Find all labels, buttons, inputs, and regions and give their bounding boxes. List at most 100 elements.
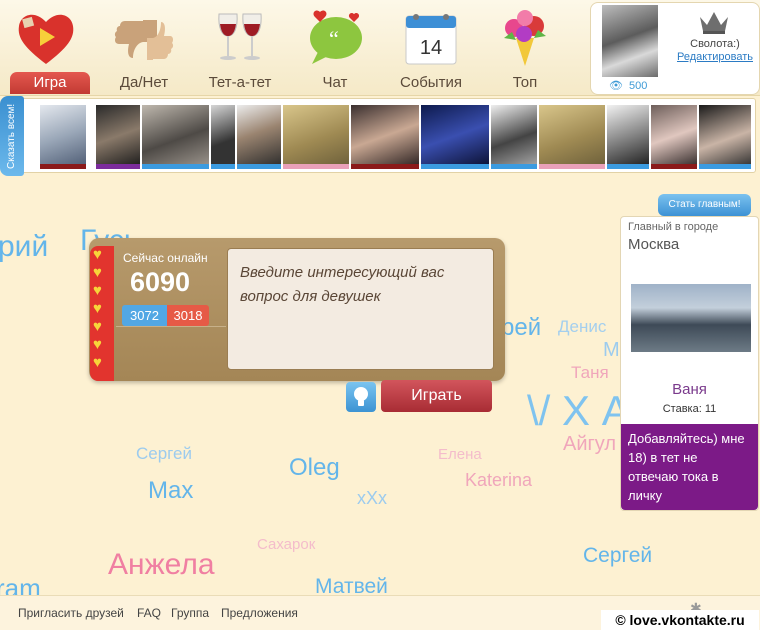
- strip-photo[interactable]: [211, 105, 235, 169]
- nav-tete-a-tete[interactable]: Тет-а-тет: [194, 0, 286, 95]
- profile-name: Сволота:): [690, 38, 740, 50]
- cloud-word[interactable]: хХх: [357, 489, 387, 507]
- cloud-word[interactable]: Max: [148, 479, 193, 503]
- male-count-badge: 3072: [122, 305, 167, 326]
- heart-play-icon: [18, 14, 74, 64]
- nav-game-label: Игра: [10, 72, 90, 94]
- crown-icon: [700, 12, 728, 34]
- strip-photo-stripe: [351, 164, 419, 169]
- app-window: Игра Да/Нет Тет-а-тет “ Чат 14 События Т…: [0, 0, 760, 630]
- footer-link-group[interactable]: Группа: [171, 606, 209, 620]
- calendar-icon: 14: [405, 14, 457, 65]
- cloud-word[interactable]: Айгул: [563, 434, 616, 454]
- online-count: 6090: [130, 267, 191, 297]
- nav-yes-no-label: Да/Нет: [119, 74, 169, 91]
- nav-events[interactable]: 14 События: [385, 0, 477, 95]
- profile-views: 👁 500: [609, 79, 647, 92]
- strip-photo[interactable]: [351, 105, 419, 169]
- strip-photo-stripe: [607, 164, 649, 169]
- cloud-word[interactable]: Сергей: [136, 445, 192, 462]
- cloud-word[interactable]: рей: [501, 316, 541, 340]
- strip-photo[interactable]: [237, 105, 281, 169]
- hint-button[interactable]: [346, 382, 376, 412]
- profile-views-count: 500: [628, 80, 648, 92]
- nav-top[interactable]: Топ: [479, 0, 571, 95]
- calendar-day: 14: [420, 37, 442, 59]
- cloud-word[interactable]: рий: [0, 232, 48, 262]
- strip-photo[interactable]: [142, 105, 209, 169]
- watermark: © love.vkontakte.ru: [601, 610, 759, 630]
- profile-card: 👁 500 Сволота:) Редактировать: [590, 2, 760, 95]
- strip-photo[interactable]: [421, 105, 489, 169]
- cloud-word[interactable]: \/ Х А: [527, 390, 630, 432]
- strip-photo[interactable]: [96, 105, 140, 169]
- lightbulb-icon: [354, 387, 368, 406]
- leader-photo[interactable]: [631, 284, 751, 352]
- strip-photo-stripe: [651, 164, 697, 169]
- cloud-word[interactable]: Таня: [571, 364, 609, 381]
- strip-photo[interactable]: [283, 105, 349, 169]
- nav-chat-label: Чат: [322, 74, 348, 91]
- nav-yes-no[interactable]: Да/Нет: [98, 0, 190, 95]
- city-name: Москва: [628, 236, 680, 253]
- strip-photo-stripe: [96, 164, 140, 169]
- wine-glasses-icon: [218, 13, 262, 60]
- thumbs-up-down-icon: [114, 20, 174, 60]
- panel-divider: [116, 326, 226, 327]
- say-to-all-button[interactable]: Сказать всем!: [0, 96, 24, 176]
- footer-link-suggestions[interactable]: Предложения: [221, 606, 298, 620]
- strip-photo-stripe: [283, 164, 349, 169]
- top-navigation: Игра Да/Нет Тет-а-тет “ Чат 14 События Т…: [0, 0, 760, 96]
- strip-photo-stripe: [699, 164, 751, 169]
- strip-photo-stripe: [142, 164, 209, 169]
- cloud-word[interactable]: Oleg: [289, 456, 340, 480]
- eye-icon: 👁: [609, 80, 623, 92]
- online-stats: Сейчас онлайн 6090 3072 3018: [116, 246, 214, 326]
- strip-photo-stripe: [421, 164, 489, 169]
- footer-link-invite[interactable]: Пригласить друзей: [18, 606, 124, 620]
- strip-photo[interactable]: [40, 105, 86, 169]
- profile-photo[interactable]: [602, 5, 658, 77]
- female-count-badge: 3018: [167, 305, 209, 326]
- leader-bid: Ставка: 11: [662, 403, 717, 415]
- cloud-word[interactable]: Анжела: [108, 550, 215, 580]
- strip-photo-stripe: [40, 164, 86, 169]
- cloud-word[interactable]: М: [603, 340, 620, 360]
- nav-events-label: События: [400, 74, 462, 91]
- cloud-word[interactable]: Katerina: [465, 471, 532, 489]
- strip-photo[interactable]: [699, 105, 751, 169]
- nav-tete-a-tete-label: Тет-а-тет: [208, 74, 272, 91]
- svg-text:“: “: [329, 26, 339, 51]
- strip-photo[interactable]: [539, 105, 605, 169]
- footer-link-faq[interactable]: FAQ: [137, 606, 161, 620]
- photo-strip: [4, 98, 756, 173]
- chat-bubble-icon: “: [310, 10, 362, 64]
- strip-photo-stripe: [539, 164, 605, 169]
- strip-photo[interactable]: [607, 105, 649, 169]
- bouquet-icon: [504, 10, 546, 66]
- strip-photo-stripe: [211, 164, 235, 169]
- strip-photo[interactable]: [491, 105, 537, 169]
- cloud-word[interactable]: Сахарок: [257, 537, 315, 552]
- city-leader-card: Главный в городе Москва Ваня Ставка: 11 …: [620, 216, 759, 511]
- nav-game[interactable]: Игра: [0, 0, 92, 95]
- cloud-word[interactable]: Денис: [558, 318, 606, 335]
- become-main-button[interactable]: Стать главным!: [658, 194, 751, 216]
- strip-photo-stripe: [237, 164, 281, 169]
- game-panel: ♥ ♥ ♥ ♥ ♥ ♥ ♥ Сейчас онлайн 6090 3072 3018 Вве…: [89, 238, 505, 381]
- play-button[interactable]: Играть: [381, 380, 492, 412]
- strip-photo[interactable]: [651, 105, 697, 169]
- cloud-word[interactable]: Елена: [438, 447, 482, 462]
- profile-edit-link[interactable]: Редактировать: [671, 51, 759, 63]
- online-label: Сейчас онлайн: [123, 251, 208, 265]
- cloud-word[interactable]: Сергей: [583, 545, 652, 566]
- city-caption: Главный в городе: [628, 221, 719, 233]
- question-input[interactable]: Введите интересующий вас вопрос для деву…: [227, 248, 494, 370]
- strip-photo-stripe: [491, 164, 537, 169]
- hearts-decoration: ♥ ♥ ♥ ♥ ♥ ♥ ♥: [90, 246, 114, 381]
- leader-message: Добавляйтесь) мне 18) в тет не отвечаю т…: [621, 424, 758, 510]
- nav-chat[interactable]: “ Чат: [289, 0, 381, 95]
- leader-name[interactable]: Ваня: [621, 381, 758, 398]
- nav-top-label: Топ: [512, 74, 538, 91]
- cloud-word[interactable]: Матвей: [315, 576, 388, 597]
